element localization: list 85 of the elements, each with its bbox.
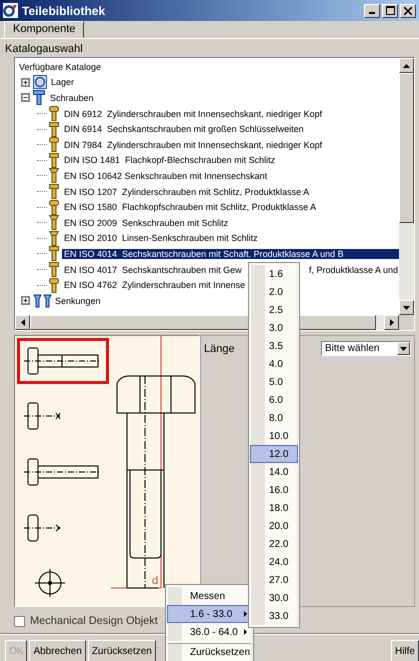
submenu-arrow-icon <box>244 611 247 617</box>
expand-icon[interactable] <box>21 78 30 87</box>
menu-item[interactable]: 33.0 <box>250 607 298 625</box>
maximize-icon <box>386 6 394 15</box>
maximize-button[interactable] <box>382 4 398 18</box>
tree-item[interactable]: DIN ISO 1481 Flachkopf-Blechschrauben mit Schlitz <box>62 155 278 166</box>
window-title: Teilebibliothek <box>22 4 106 18</box>
checkbox-label: Mechanical Design Objekt <box>30 615 158 627</box>
screw-icon <box>49 200 59 215</box>
dialog-button[interactable]: Abbrechen <box>29 640 86 661</box>
submenu-arrow-icon <box>244 629 247 635</box>
minimize-icon <box>369 12 375 14</box>
menu-item[interactable]: 20.0 <box>250 517 298 535</box>
countersink-icon <box>33 294 53 308</box>
screw-icon <box>49 246 59 262</box>
tree-item[interactable]: EN ISO 10642 Senkschrauben mit Innensechskant <box>62 170 270 181</box>
view-thumbnail[interactable] <box>17 338 109 384</box>
parameter-label: Länge <box>204 342 235 354</box>
menu-item[interactable]: 2.0 <box>250 283 298 301</box>
left-arrow-icon <box>20 319 24 326</box>
screw-icon <box>49 137 59 152</box>
tree-item[interactable]: EN ISO 1580 Flachkopfschrauben mit Schlitz, Produktklasse A <box>62 202 318 212</box>
menu-item[interactable]: 8.0 <box>250 409 298 427</box>
screw-icon <box>49 184 59 200</box>
tree-item[interactable]: EN ISO 2010 Linsen-Senkschrauben mit Schlitz <box>62 233 260 244</box>
collapse-icon[interactable] <box>21 93 30 102</box>
dialog-button[interactable]: Zurücksetzen <box>88 640 156 661</box>
close-icon <box>404 6 412 14</box>
screw-icon <box>49 230 59 246</box>
tree-item[interactable]: EN ISO 1207 Zylinderschrauben mit Schlitz, Produktklasse A <box>62 186 312 197</box>
screw-icon <box>49 262 59 278</box>
menu-item[interactable]: 16.0 <box>250 481 298 499</box>
tree-item[interactable]: Senkungen <box>53 296 103 306</box>
menu-item[interactable]: 5.0 <box>250 373 298 391</box>
menu-item[interactable]: 24.0 <box>250 553 298 571</box>
tree-item[interactable]: Lager <box>49 77 76 88</box>
screw-icon <box>49 168 59 184</box>
screw-icon <box>49 122 59 137</box>
menu-item[interactable]: 4.0 <box>250 355 298 373</box>
menu-item[interactable]: 36.0 - 64.0 <box>167 623 252 641</box>
length-dropdown[interactable]: Bitte wählen <box>321 341 411 356</box>
up-arrow-icon <box>403 64 410 68</box>
menu-item[interactable]: 10.0 <box>250 427 298 445</box>
tree-item[interactable]: EN ISO 4762 Zylinderschrauben mit Innense <box>62 280 248 290</box>
screw-icon <box>33 90 45 106</box>
tree-root[interactable]: Verfügbare Kataloge <box>17 62 104 72</box>
screw-icon <box>49 215 59 230</box>
section-label: Katalogauswahl <box>5 43 83 55</box>
menu-item[interactable]: 27.0 <box>250 571 298 589</box>
menu-item[interactable]: 2.5 <box>250 301 298 319</box>
vertical-scrollbar[interactable] <box>399 58 414 315</box>
menu-item[interactable]: 3.0 <box>250 319 298 337</box>
menu-item[interactable]: Zurücksetzen <box>167 643 252 661</box>
right-arrow-icon <box>390 319 394 326</box>
dimension-label: d <box>152 575 158 587</box>
down-arrow-icon <box>403 306 410 310</box>
bearing-icon <box>33 75 47 90</box>
tree-item[interactable]: Schrauben <box>48 92 96 103</box>
close-button[interactable] <box>400 4 416 18</box>
menu-item[interactable]: 6.0 <box>250 391 298 409</box>
screw-icon <box>49 152 59 168</box>
app-icon <box>3 3 18 18</box>
menu-item[interactable]: 14.0 <box>250 463 298 481</box>
menu-item[interactable]: 12.0 <box>250 445 298 463</box>
tree-item[interactable]: EN ISO 4017 Sechskantschrauben mit Gew <box>62 264 244 275</box>
menu-item[interactable]: 1.6 <box>250 265 298 283</box>
screw-icon <box>49 106 59 122</box>
tab[interactable]: Komponente <box>4 21 84 38</box>
menu-item[interactable]: 3.5 <box>250 337 298 355</box>
dropdown-arrow-icon <box>400 346 407 350</box>
scrollbar-corner <box>399 315 414 330</box>
expand-icon[interactable] <box>21 296 30 306</box>
tree-item[interactable]: DIN 6912 Zylinderschrauben mit Innensechskant, niedriger Kopf <box>62 108 324 119</box>
help-button[interactable]: Hilfe <box>390 640 419 661</box>
tree-item[interactable]: DIN 6914 Sechskantschrauben mit großen Schlüsselweiten <box>62 124 306 134</box>
tree-item[interactable]: EN ISO 4014 Sechskantschrauben mit Schaft. Produktklasse A und B <box>62 248 399 259</box>
tree-item-text: f, Produktklasse A und <box>308 264 399 275</box>
menu-item[interactable]: 22.0 <box>250 535 298 553</box>
screw-icon <box>49 278 59 293</box>
tree-item[interactable]: DIN 7984 Zylinderschrauben mit Innensechskant, niedriger Kopf <box>62 140 324 150</box>
menu-item[interactable]: 18.0 <box>250 499 298 517</box>
menu-item[interactable]: 30.0 <box>250 589 298 607</box>
minimize-button[interactable] <box>364 4 380 18</box>
checkbox[interactable] <box>14 616 25 626</box>
tree-item[interactable]: EN ISO 2009 Senkschrauben mit Schlitz <box>62 218 230 228</box>
